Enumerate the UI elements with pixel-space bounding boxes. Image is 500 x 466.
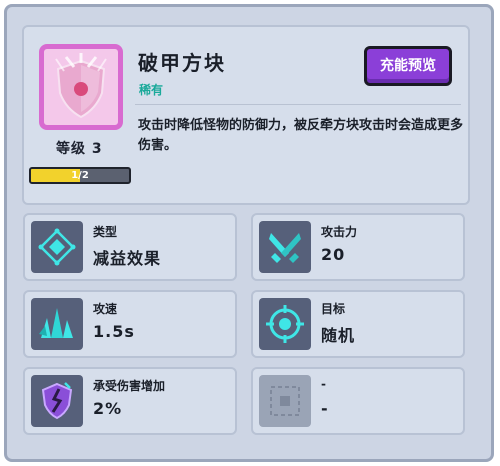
stat-card-target: 目标 随机: [251, 290, 465, 358]
stat-value: 随机: [321, 326, 356, 345]
diamond-target-icon: [31, 221, 83, 273]
stat-label: -: [321, 377, 326, 391]
stat-label: 攻速: [93, 302, 118, 316]
stat-label: 承受伤害增加: [93, 379, 166, 393]
stat-value: 2%: [93, 399, 123, 418]
stat-label: 攻击力: [321, 225, 358, 239]
stat-card-empty: - -: [251, 367, 465, 435]
item-icon-frame: [39, 44, 123, 130]
spikes-icon: [31, 298, 83, 350]
level-progress-text: 1/2: [71, 170, 89, 181]
empty-slot-icon: [259, 375, 311, 427]
crosshair-icon: [259, 298, 311, 350]
shield-icon: [55, 53, 107, 119]
charge-preview-button[interactable]: 充能预览: [364, 46, 452, 86]
item-name: 破甲方块: [138, 51, 226, 75]
stat-card-attack-speed: 攻速 1.5s: [23, 290, 237, 358]
stat-value: 减益效果: [93, 249, 162, 268]
header-divider: [135, 104, 461, 105]
crossed-swords-icon: [259, 221, 311, 273]
stat-card-attack: 攻击力 20: [251, 213, 465, 281]
stat-value: -: [321, 399, 329, 418]
stat-value: 20: [321, 245, 346, 264]
item-rarity: 稀有: [139, 83, 164, 97]
item-description: 攻击时降低怪物的防御力，被反牵方块攻击时会造成更多伤害。: [138, 118, 464, 153]
stat-label: 类型: [93, 225, 118, 239]
item-level: 等级 3: [56, 141, 103, 157]
stat-card-type: 类型 减益效果: [23, 213, 237, 281]
stat-card-damage-taken: 承受伤害增加 2%: [23, 367, 237, 435]
broken-shield-icon: [31, 375, 83, 427]
level-progress-bar: 1/2: [29, 167, 131, 184]
stat-value: 1.5s: [93, 322, 135, 341]
stat-label: 目标: [321, 302, 346, 316]
